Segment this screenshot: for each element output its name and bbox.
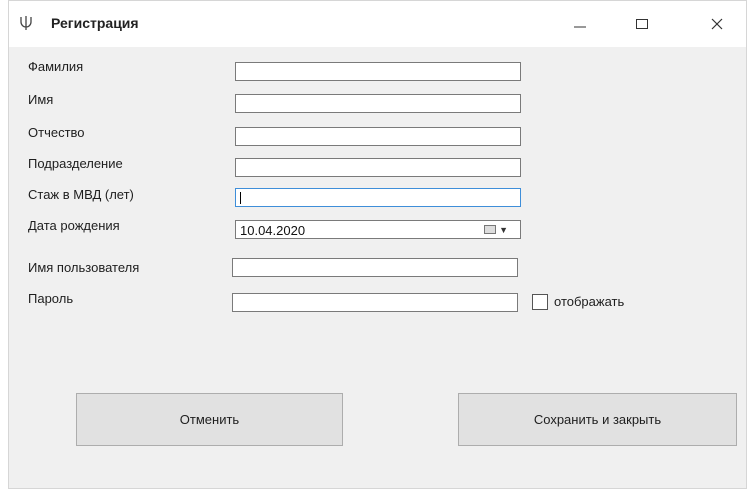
surname-label: Фамилия: [28, 59, 84, 74]
birthdate-picker[interactable]: 10.04.2020 ▼: [235, 220, 521, 239]
text-caret: [240, 192, 241, 204]
minimize-icon: [574, 26, 586, 28]
window-title: Регистрация: [51, 15, 139, 31]
title-bar[interactable]: Регистрация: [9, 1, 746, 47]
password-field[interactable]: [232, 293, 518, 312]
save-and-close-button[interactable]: Сохранить и закрыть: [458, 393, 737, 446]
experience-field[interactable]: [235, 188, 521, 207]
name-label: Имя: [28, 92, 54, 107]
birthdate-value: 10.04.2020: [240, 223, 306, 238]
maximize-icon: [636, 19, 648, 29]
department-field[interactable]: [235, 158, 521, 177]
cancel-button-label: Отменить: [179, 412, 240, 427]
maximize-button[interactable]: [617, 5, 667, 43]
chevron-down-icon[interactable]: ▼: [499, 225, 508, 235]
patronymic-field[interactable]: [235, 127, 521, 146]
close-icon: [711, 18, 723, 30]
birthdate-label: Дата рождения: [28, 218, 120, 233]
psi-icon: [20, 16, 32, 30]
password-label: Пароль: [28, 291, 74, 306]
show-password-checkbox[interactable]: [532, 294, 548, 310]
calendar-icon[interactable]: [484, 225, 496, 234]
save-button-label: Сохранить и закрыть: [533, 412, 662, 427]
registration-window: Регистрация Фамилия Имя Отчество Подразд…: [8, 0, 747, 489]
patronymic-label: Отчество: [28, 125, 85, 140]
username-label: Имя пользователя: [28, 260, 140, 275]
department-label: Подразделение: [28, 156, 123, 171]
username-field[interactable]: [232, 258, 518, 277]
name-field[interactable]: [235, 94, 521, 113]
minimize-button[interactable]: [555, 5, 605, 43]
experience-label: Стаж в МВД (лет): [28, 187, 134, 202]
show-password-label[interactable]: отображать: [554, 294, 624, 309]
close-button[interactable]: [692, 5, 742, 43]
surname-field[interactable]: [235, 62, 521, 81]
cancel-button[interactable]: Отменить: [76, 393, 343, 446]
